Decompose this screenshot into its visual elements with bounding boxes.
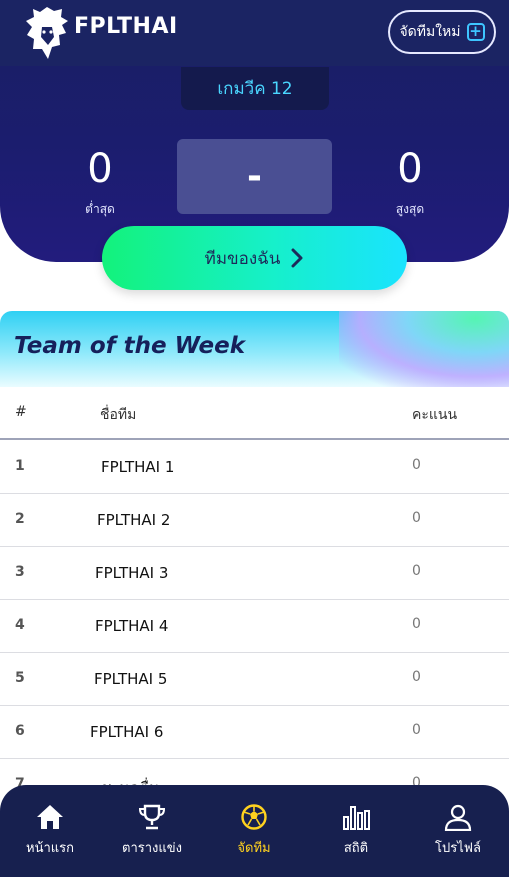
highest-score-value: 0 <box>397 146 423 192</box>
row-score: 0 <box>412 722 421 738</box>
app-screen: FPLTHAI จัดทีมใหม่ + เกมวีค 12 0 ต่ำสุด … <box>0 0 509 877</box>
table-row[interactable]: 4 FPLTHAI 4 0 <box>0 600 509 653</box>
table-row[interactable]: 1 FPLTHAI 1 0 <box>0 441 509 494</box>
gameweek-label: เกมวีค 12 <box>181 67 329 110</box>
my-score-value: - <box>247 156 262 197</box>
lowest-score-label: ต่ำสุด <box>85 202 115 216</box>
new-team-button[interactable]: จัดทีมใหม่ + <box>388 10 496 54</box>
hero-header: FPLTHAI จัดทีมใหม่ + เกมวีค 12 0 ต่ำสุด … <box>0 0 509 262</box>
nav-label: จัดทีม <box>237 841 271 856</box>
nav-label: โปรไฟล์ <box>435 841 481 856</box>
row-score: 0 <box>412 616 421 632</box>
row-rank: 6 <box>15 723 25 739</box>
row-rank: 5 <box>15 670 25 686</box>
soccer-ball-icon <box>241 804 267 830</box>
column-rank: # <box>15 404 27 420</box>
nav-label: ตารางแข่ง <box>122 841 182 856</box>
row-team-name: FPLTHAI 1 <box>101 458 175 476</box>
my-score-box: - <box>177 139 332 214</box>
row-rank: 1 <box>15 458 25 474</box>
team-of-week-title: Team of the Week <box>14 333 245 359</box>
row-rank: 2 <box>15 511 25 527</box>
my-team-button[interactable]: ทีมของฉัน <box>102 226 407 290</box>
row-team-name: FPLTHAI 3 <box>95 564 169 582</box>
row-team-name: FPLTHAI 5 <box>94 670 168 688</box>
row-team-name: FPLTHAI 4 <box>95 617 169 635</box>
brand-title: FPLTHAI <box>74 14 178 39</box>
nav-item-home[interactable]: หน้าแรก <box>2 803 98 858</box>
column-team-name: ชื่อทีม <box>100 407 137 423</box>
table-row[interactable]: 3 FPLTHAI 3 0 <box>0 547 509 600</box>
bar-chart-icon <box>343 806 370 830</box>
highest-score-label: สูงสุด <box>395 202 425 216</box>
column-points: คะแนน <box>412 407 458 423</box>
row-score: 0 <box>412 457 421 473</box>
row-rank: 4 <box>15 617 25 633</box>
nav-label: สถิติ <box>343 841 369 856</box>
lowest-score-value: 0 <box>87 146 113 192</box>
table-row[interactable]: 6 FPLTHAI 6 0 <box>0 706 509 759</box>
team-of-week-banner: Team of the Week <box>0 311 509 387</box>
nav-item-pick-team[interactable]: จัดทีม <box>206 803 302 858</box>
row-team-name: FPLTHAI 2 <box>97 511 171 529</box>
table-row[interactable]: 5 FPLTHAI 5 0 <box>0 653 509 706</box>
row-score: 0 <box>412 510 421 526</box>
plus-icon: + <box>466 23 485 41</box>
lion-logo-icon[interactable] <box>24 5 70 61</box>
chevron-right-icon <box>291 248 303 268</box>
home-icon <box>37 805 63 829</box>
banner-decoration <box>339 311 509 387</box>
bottom-navigation: หน้าแรก ตารางแข่ง จัดทีม สถิติ โปรไฟล์ <box>0 785 509 877</box>
my-team-label: ทีมของฉัน <box>204 248 281 269</box>
row-score: 0 <box>412 669 421 685</box>
nav-item-profile[interactable]: โปรไฟล์ <box>410 803 506 858</box>
nav-item-stats[interactable]: สถิติ <box>308 803 404 858</box>
table-header: # ชื่อทีม คะแนน <box>0 387 509 440</box>
new-team-label: จัดทีมใหม่ <box>399 24 461 40</box>
table-row[interactable]: 2 FPLTHAI 2 0 <box>0 494 509 547</box>
top-bar: FPLTHAI จัดทีมใหม่ + <box>0 0 509 66</box>
row-rank: 3 <box>15 564 25 580</box>
row-team-name: FPLTHAI 6 <box>90 723 164 741</box>
nav-item-fixtures[interactable]: ตารางแข่ง <box>104 803 200 858</box>
trophy-icon <box>138 804 166 830</box>
row-score: 0 <box>412 563 421 579</box>
user-icon <box>444 804 472 831</box>
nav-label: หน้าแรก <box>26 841 74 856</box>
